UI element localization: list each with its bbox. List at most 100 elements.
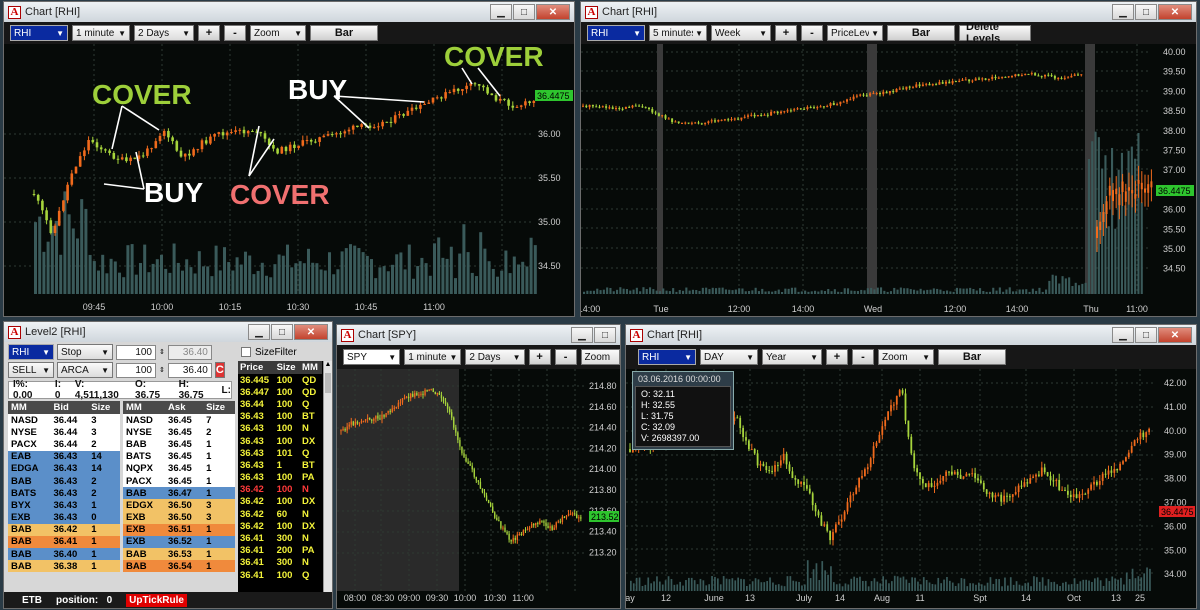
range-select[interactable]: 2 Days ▼	[134, 25, 194, 41]
quantity-input-2[interactable]: 100	[116, 362, 156, 378]
scroll-up-icon[interactable]: ▲	[324, 361, 332, 371]
zoom-in-button[interactable]: +	[528, 349, 551, 365]
chart-plot[interactable]: 40.0039.5039.0038.5038.0037.5037.0036.50…	[581, 44, 1196, 316]
minimize-button[interactable]: ▁	[1112, 327, 1134, 343]
book-row[interactable]: EDGA 36.43 14	[8, 462, 120, 475]
scroll-thumb[interactable]	[325, 373, 331, 393]
book-row[interactable]: BAB 36.45 1	[123, 438, 235, 451]
chart-plot[interactable]: COVER BUY COVER BUY COVER 36.00 35.50 35.0…	[4, 41, 574, 316]
interval-select[interactable]: DAY ▼	[700, 349, 758, 365]
column-header[interactable]: Size	[88, 401, 120, 414]
chart-plot[interactable]: 42.00 41.00 40.00 39.00 38.00 37.00 36.00 35.00…	[626, 369, 1196, 608]
range-select[interactable]: Year ▼	[762, 349, 822, 365]
column-header[interactable]: Price	[238, 361, 275, 374]
zoom-in-button[interactable]: +	[826, 349, 848, 365]
book-row[interactable]: BYX 36.43 1	[8, 499, 120, 512]
chart-plot[interactable]: 214.80 214.60 214.40 214.20 214.00 213.80 213.…	[337, 369, 620, 608]
interval-select[interactable]: 5 minutes ▼	[649, 25, 707, 41]
title-bar[interactable]: A Chart [SPY] ▁ □	[337, 325, 620, 345]
minimize-button[interactable]: ▁	[1112, 4, 1134, 20]
book-row[interactable]: BAB 36.40 1	[8, 548, 120, 561]
symbol-select[interactable]: RHI ▼	[10, 25, 68, 41]
zoom-in-button[interactable]: +	[775, 25, 797, 41]
chart-svg[interactable]: 214.80 214.60 214.40 214.20 214.00 213.80 213.…	[337, 369, 620, 608]
minimize-button[interactable]: ▁	[248, 324, 270, 340]
column-header[interactable]: Size	[274, 361, 301, 374]
maximize-button[interactable]: □	[594, 327, 616, 343]
side-select[interactable]: SELL ▼	[8, 362, 54, 378]
book-row[interactable]: NASD 36.44 3	[8, 414, 120, 427]
time-sales-scrollbar[interactable]: ▲	[323, 361, 332, 593]
mode-select[interactable]: Zoom	[580, 349, 620, 365]
symbol-select[interactable]: RHI ▼	[638, 349, 696, 365]
book-row[interactable]: BAB 36.41 1	[8, 535, 120, 549]
book-row[interactable]: NASD 36.45 7	[123, 414, 235, 427]
column-header[interactable]: Size	[203, 401, 235, 414]
cancel-order-button[interactable]: C	[214, 362, 225, 378]
maximize-button[interactable]: □	[271, 324, 293, 340]
mode-select[interactable]: Zoom ▼	[250, 25, 306, 41]
zoom-in-button[interactable]: +	[198, 25, 220, 41]
uptick-rule-badge[interactable]: UpTickRule	[126, 593, 187, 607]
book-row[interactable]: BAB 36.42 1	[8, 523, 120, 536]
stepper-icon[interactable]: ⇕	[159, 366, 165, 374]
symbol-select[interactable]: SPY ▼	[343, 349, 401, 365]
interval-select[interactable]: 1 minute ▼	[72, 25, 130, 41]
mode-select[interactable]: PriceLeve▼	[827, 25, 883, 41]
book-row[interactable]: BAB 36.38 1	[8, 560, 120, 573]
minimize-button[interactable]: ▁	[490, 4, 512, 20]
symbol-select[interactable]: RHI ▼	[587, 25, 645, 41]
title-bar[interactable]: A Chart [RHI] ▁ □ ✕	[626, 325, 1196, 345]
stop-price-input[interactable]: 36.40	[167, 344, 212, 360]
title-bar[interactable]: A Level2 [RHI] ▁ □ ✕	[4, 322, 332, 342]
book-row[interactable]: BAB 36.43 2	[8, 474, 120, 488]
close-button[interactable]: ✕	[1158, 4, 1192, 20]
size-filter-checkbox[interactable]	[241, 347, 251, 357]
minimize-button[interactable]: ▁	[571, 327, 593, 343]
chart-style-button[interactable]: Bar	[938, 349, 1006, 365]
book-row[interactable]: BAB 36.54 1	[123, 560, 235, 573]
zoom-out-button[interactable]: -	[852, 349, 874, 365]
title-bar[interactable]: A Chart [RHI] ▁ □ ✕	[581, 2, 1196, 22]
column-header[interactable]: MM	[8, 401, 51, 414]
chart-svg[interactable]: 40.0039.5039.0038.5038.0037.5037.0036.50…	[581, 44, 1196, 316]
symbol-select[interactable]: RHI ▼	[8, 344, 54, 360]
book-row[interactable]: NYSE 36.44 3	[8, 426, 120, 439]
book-row[interactable]: EXB 36.43 0	[8, 511, 120, 524]
close-button[interactable]: ✕	[536, 4, 570, 20]
book-row[interactable]: NYSE 36.45 2	[123, 426, 235, 439]
zoom-out-button[interactable]: -	[224, 25, 246, 41]
range-select[interactable]: 2 Days ▼	[465, 349, 525, 365]
book-row[interactable]: PACX 36.45 1	[123, 474, 235, 488]
chart-style-button[interactable]: Bar	[310, 25, 378, 41]
maximize-button[interactable]: □	[513, 4, 535, 20]
zoom-out-button[interactable]: -	[554, 349, 577, 365]
close-button[interactable]: ✕	[294, 324, 328, 340]
book-row[interactable]: EAB 36.43 14	[8, 450, 120, 463]
close-button[interactable]: ✕	[1158, 327, 1192, 343]
chart-style-button[interactable]: Bar	[887, 25, 955, 41]
column-header[interactable]: MM	[300, 361, 322, 374]
delete-levels-button[interactable]: Delete Levels	[959, 21, 1031, 45]
book-row[interactable]: EXB 36.50 3	[123, 511, 235, 524]
book-row[interactable]: BAB 36.53 1	[123, 548, 235, 561]
book-row[interactable]: BAB 36.47 1	[123, 487, 235, 500]
column-header[interactable]: Ask	[165, 401, 204, 414]
stepper-icon[interactable]: ⇕	[159, 348, 165, 356]
maximize-button[interactable]: □	[1135, 327, 1157, 343]
title-bar[interactable]: A Chart [RHI] ▁ □ ✕	[4, 2, 574, 22]
chart-svg[interactable]: COVER BUY COVER BUY COVER 36.00 35.50 35.0…	[4, 41, 574, 316]
route-select[interactable]: ARCA ▼	[57, 362, 113, 378]
book-row[interactable]: EXB 36.52 1	[123, 535, 235, 549]
column-header[interactable]: MM	[123, 401, 166, 414]
mode-select[interactable]: Zoom ▼	[878, 349, 934, 365]
order-type-select[interactable]: Stop ▼	[57, 344, 113, 360]
book-row[interactable]: BATS 36.43 2	[8, 487, 120, 500]
book-row[interactable]: BATS 36.45 1	[123, 450, 235, 463]
range-select[interactable]: Week ▼	[711, 25, 771, 41]
book-row[interactable]: NQPX 36.45 1	[123, 462, 235, 475]
interval-select[interactable]: 1 minute ▼	[404, 349, 462, 365]
book-row[interactable]: PACX 36.44 2	[8, 438, 120, 451]
zoom-out-button[interactable]: -	[801, 25, 823, 41]
book-row[interactable]: EXB 36.51 1	[123, 523, 235, 536]
